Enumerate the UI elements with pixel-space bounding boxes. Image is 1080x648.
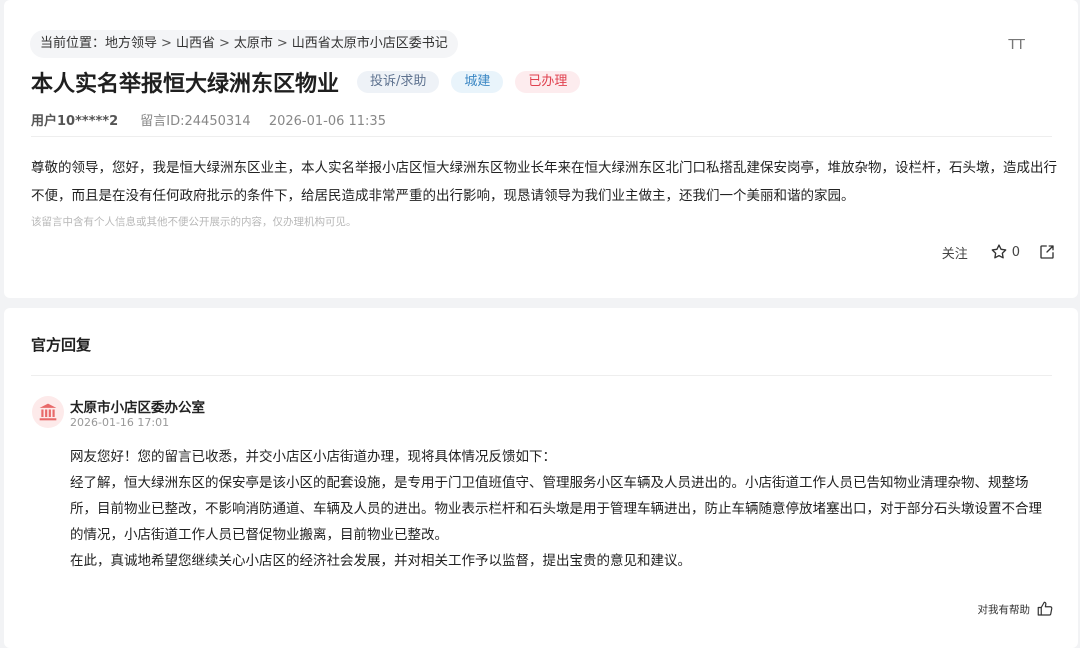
- message-card: 当前位置：地方领导 > 山西省 > 太原市 > 山西省太原市小店区委书记 TT 本人实名举报…: [4, 0, 1078, 298]
- follow-button[interactable]: 关注: [942, 243, 968, 262]
- font-size-icon[interactable]: TT: [1008, 36, 1030, 54]
- message-actions: 关注 0: [942, 242, 1056, 262]
- divider: [31, 136, 1052, 137]
- thumbs-up-icon[interactable]: [1036, 600, 1054, 618]
- breadcrumb-item-leader[interactable]: 山西省太原市小店区委书记: [292, 36, 448, 51]
- helpful-button[interactable]: 对我有帮助: [978, 599, 1055, 619]
- star-count: 0: [1011, 244, 1020, 260]
- user-name: 用户10*****2: [31, 114, 119, 129]
- font-size-label: TT: [1008, 36, 1025, 53]
- reply-body: 网友您好！您的留言已收悉，并交小店区小店街道办理，现将具体情况反馈如下： 经了解…: [70, 444, 1055, 574]
- title-row: 本人实名举报恒大绿洲东区物业 投诉/求助 城建 已办理: [31, 66, 581, 98]
- message-content: 尊敬的领导，您好，我是恒大绿洲东区业主，本人实名举报小店区恒大绿洲东区物业长年来…: [31, 160, 1057, 204]
- avatar: [32, 396, 64, 428]
- breadcrumb-item-province[interactable]: 山西省: [176, 36, 215, 51]
- divider: [31, 375, 1052, 376]
- helpful-label: 对我有帮助: [977, 603, 1031, 616]
- message-datetime: 2026-01-06 11:35: [268, 114, 386, 129]
- status-badge: 已办理: [515, 71, 581, 93]
- page-title: 本人实名举报恒大绿洲东区物业: [31, 72, 340, 97]
- breadcrumb-item-region[interactable]: 地方领导: [105, 36, 157, 51]
- breadcrumb-prefix: 当前位置：: [40, 36, 106, 51]
- reply-card: 官方回复 太原市小店区委办公室 2026-01-16 17:01 网友您好！您的…: [4, 308, 1078, 648]
- department-name: 太原市小店区委办公室: [70, 400, 205, 416]
- reply-paragraph: 在此，真诚地希望您继续关心小店区的经济社会发展，并对相关工作予以监督，提出宝贵的…: [70, 553, 691, 569]
- share-icon[interactable]: [1038, 243, 1056, 261]
- breadcrumb-separator: >: [276, 36, 288, 51]
- breadcrumb-item-city[interactable]: 太原市: [234, 36, 273, 51]
- breadcrumb: 当前位置：地方领导 > 山西省 > 太原市 > 山西省太原市小店区委书记: [30, 30, 458, 58]
- reply-date: 2026-01-16 17:01: [70, 416, 170, 429]
- government-building-icon: [39, 403, 57, 421]
- reply-paragraph: 网友您好！您的留言已收悉，并交小店区小店街道办理，现将具体情况反馈如下：: [70, 449, 556, 465]
- breadcrumb-separator: >: [161, 36, 172, 51]
- message-id: 留言ID:24450314: [140, 114, 251, 129]
- reply-heading: 官方回复: [31, 336, 92, 354]
- reply-paragraph: 经了解，恒大绿洲东区的保安亭是该小区的配套设施，是专用于门卫值班值守、管理服务小…: [70, 475, 1042, 543]
- message-meta: 用户10*****2 留言ID:24450314 2026-01-06 11:3…: [31, 110, 386, 129]
- star-icon[interactable]: [990, 243, 1008, 261]
- tag-category: 城建: [451, 71, 504, 93]
- privacy-notice: 该留言中含有个人信息或其他不便公开展示的内容，仅办理机构可见。: [31, 216, 357, 228]
- tag-type: 投诉/求助: [357, 71, 440, 93]
- breadcrumb-separator: >: [218, 36, 230, 51]
